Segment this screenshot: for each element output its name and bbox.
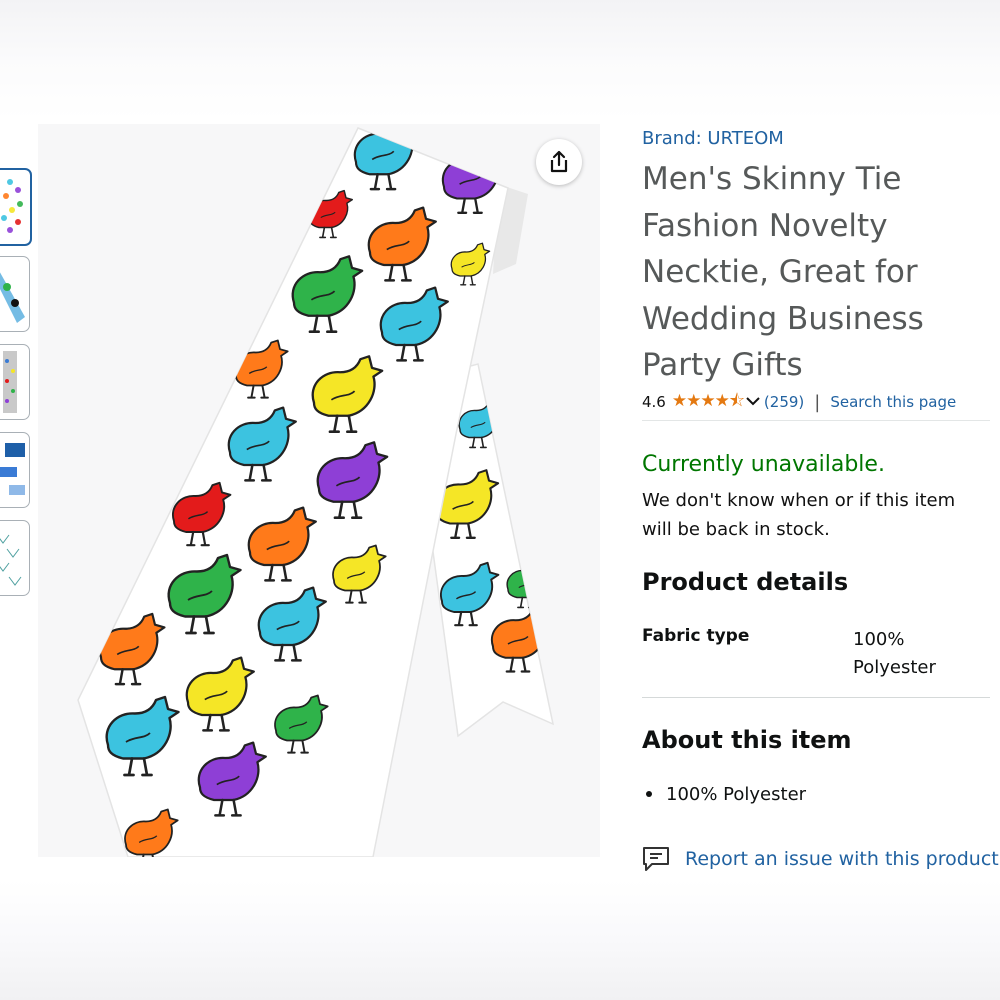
- thumbnail-3[interactable]: [0, 344, 30, 420]
- share-icon: [550, 150, 568, 173]
- brand-link[interactable]: Brand: URTEOM: [642, 128, 784, 149]
- report-issue-label: Report an issue with this product: [685, 848, 999, 870]
- bullet-dot: [646, 790, 652, 797]
- fabric-type-value: 100% Polyester: [853, 629, 936, 678]
- list-item: 100% Polyester: [642, 784, 806, 805]
- tie-illustration: [77, 127, 555, 857]
- bullet-text: 100% Polyester: [666, 784, 807, 805]
- chevron-down-icon[interactable]: [746, 394, 760, 410]
- rating-row: 4.6 ★★★★⯪ (259) | Search this page: [642, 390, 990, 421]
- share-button[interactable]: [536, 139, 582, 185]
- thumbnail-1[interactable]: [0, 168, 32, 246]
- review-count-link[interactable]: (259): [764, 393, 804, 411]
- star-rating[interactable]: ★★★★⯪: [672, 388, 745, 417]
- fabric-type-label: Fabric type: [642, 626, 750, 646]
- thumbnail-4[interactable]: [0, 432, 30, 508]
- availability-status: Currently unavailable.: [642, 452, 885, 477]
- about-item-heading: About this item: [642, 726, 852, 754]
- availability-note: We don't know when or if this item will …: [642, 490, 956, 540]
- product-title: Men's Skinny Tie Fashion Novelty Necktie…: [642, 161, 924, 383]
- thumbnail-5[interactable]: [0, 520, 30, 596]
- product-image[interactable]: [38, 124, 600, 857]
- divider: [642, 697, 990, 698]
- thumbnail-2[interactable]: [0, 256, 30, 332]
- search-this-page-link[interactable]: Search this page: [830, 393, 956, 411]
- rating-value: 4.6: [642, 393, 666, 411]
- product-details-heading: Product details: [642, 568, 849, 596]
- product-page: Brand: URTEOM Men's Skinny Tie Fashion N…: [0, 124, 1000, 876]
- separator: |: [814, 391, 821, 413]
- report-issue-link[interactable]: Report an issue with this product: [642, 846, 999, 872]
- report-flag-icon: [643, 847, 669, 871]
